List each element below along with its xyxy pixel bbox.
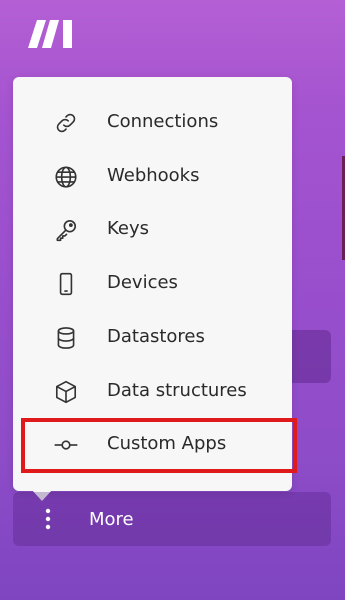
menu-item-label: Connections	[107, 111, 219, 132]
more-dropdown-menu: Connections Webhooks Keys Devices Datast…	[13, 77, 292, 491]
key-icon	[53, 217, 79, 243]
menu-item-custom-apps[interactable]: Custom Apps	[13, 424, 292, 464]
menu-item-connections[interactable]: Connections	[13, 102, 292, 142]
database-icon	[53, 325, 79, 351]
make-logo[interactable]	[27, 17, 73, 50]
menu-item-label: Custom Apps	[107, 433, 227, 454]
link-icon	[53, 110, 79, 136]
menu-item-keys[interactable]: Keys	[13, 209, 292, 249]
menu-item-label: Keys	[107, 218, 150, 239]
commit-icon	[53, 432, 79, 458]
cube-icon	[53, 379, 79, 405]
more-vertical-icon	[13, 492, 83, 546]
menu-item-devices[interactable]: Devices	[13, 263, 292, 303]
globe-icon	[53, 164, 79, 190]
menu-item-label: Devices	[107, 272, 178, 293]
menu-item-webhooks[interactable]: Webhooks	[13, 156, 292, 196]
menu-item-data-structures[interactable]: Data structures	[13, 371, 292, 411]
smartphone-icon	[53, 271, 79, 297]
menu-item-label: Data structures	[107, 380, 247, 401]
more-button-label: More	[89, 508, 134, 530]
menu-item-datastores[interactable]: Datastores	[13, 317, 292, 357]
menu-item-label: Datastores	[107, 326, 205, 347]
menu-item-label: Webhooks	[107, 165, 200, 186]
more-button[interactable]: More	[13, 492, 331, 546]
